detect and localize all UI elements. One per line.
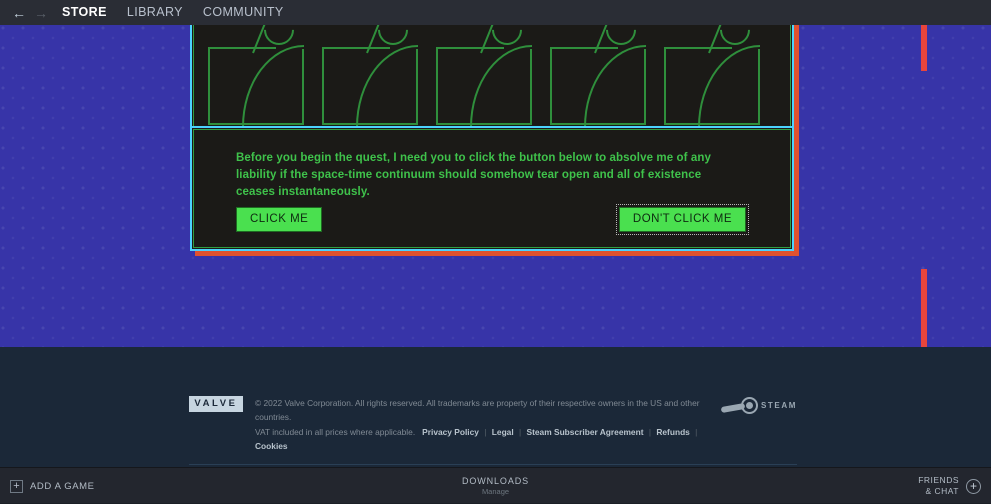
site-footer: VALVE © 2022 Valve Corporation. All righ… [0,347,991,467]
steam-logo: STEAM [720,396,797,414]
nav-tab-store[interactable]: STORE [52,0,117,25]
downloads-status: DOWNLOADS Manage [0,468,991,504]
dialog-message: Before you begin the quest, I need you t… [236,152,711,199]
click-me-button[interactable]: CLICK ME [236,207,323,232]
downloads-manage-link[interactable]: Manage [482,487,509,496]
copyright-line-2: VAT included in all prices where applica… [255,426,416,437]
banner-box [190,25,794,135]
footer-legal-row: VALVE © 2022 Valve Corporation. All righ… [189,347,797,454]
copyright-line-1: © 2022 Valve Corporation. All rights res… [255,398,700,423]
banner-glyph-icon [436,25,536,131]
footer-link-legal[interactable]: Legal [492,427,514,437]
steam-logo-icon [720,397,758,414]
separator: | [695,426,698,437]
steam-top-nav: ← → STORE LIBRARY COMMUNITY [0,0,991,25]
plus-circle-icon: + [966,478,981,494]
friends-and-chat-button[interactable]: FRIENDS & CHAT + [918,468,981,504]
nav-tab-library[interactable]: LIBRARY [117,0,193,25]
accent-bar-bottom [921,269,927,347]
forward-arrow-icon[interactable]: → [30,0,52,25]
accent-bar-top [921,25,927,71]
banner-glyph-icon [322,25,422,131]
dont-click-me-button[interactable]: DON'T CLICK ME [615,204,750,235]
footer-link-refunds[interactable]: Refunds [656,427,690,437]
quest-dialog: Before you begin the quest, I need you t… [190,126,794,251]
separator: | [648,426,652,437]
banner-glyph-icon [208,25,308,131]
friends-label-line2: & CHAT [925,486,959,496]
friends-label-line1: FRIENDS [918,475,959,486]
valve-logo: VALVE [189,396,243,412]
banner-glyph-icon [664,25,764,131]
plus-square-icon: + [10,479,23,493]
add-a-game-button[interactable]: + ADD A GAME [10,468,95,504]
add-a-game-label: ADD A GAME [30,480,95,492]
nav-tab-community[interactable]: COMMUNITY [193,0,294,25]
footer-link-subscriber-agreement[interactable]: Steam Subscriber Agreement [527,427,644,437]
back-arrow-icon[interactable]: ← [8,0,30,25]
steam-wordmark: STEAM [761,401,797,410]
footer-legal-text: © 2022 Valve Corporation. All rights res… [255,396,729,454]
separator: | [519,426,522,437]
banner-glyph-icon [550,25,650,131]
steam-bottom-bar: + ADD A GAME DOWNLOADS Manage FRIENDS & … [0,467,991,503]
separator: | [484,426,487,437]
banner-glyph-row [208,25,764,131]
dialog-actions: CLICK ME DON'T CLICK ME [236,204,750,235]
downloads-title[interactable]: DOWNLOADS [462,476,529,486]
browser-viewport: Before you begin the quest, I need you t… [0,25,991,467]
footer-link-privacy-policy[interactable]: Privacy Policy [422,427,479,437]
footer-link-cookies[interactable]: Cookies [255,441,288,451]
